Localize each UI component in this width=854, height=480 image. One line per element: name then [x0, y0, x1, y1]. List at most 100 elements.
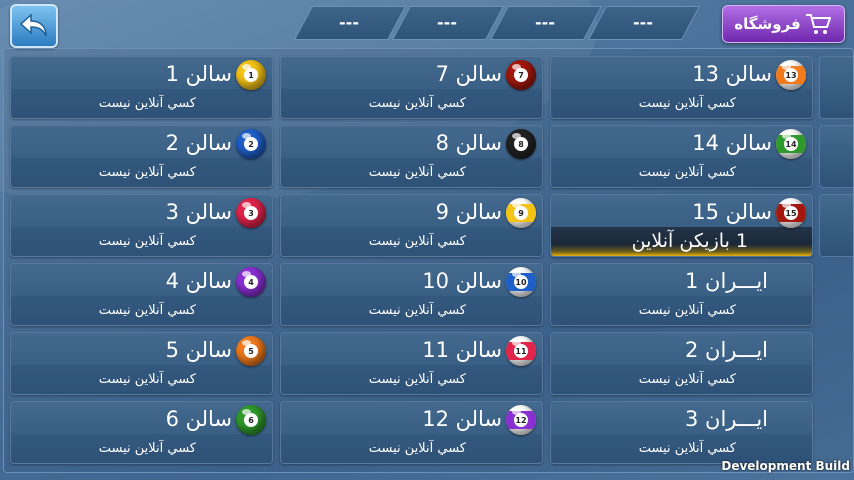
- development-build-label: Development Build: [721, 459, 850, 473]
- room-card-header: [551, 57, 812, 89]
- shopping-cart-icon: [805, 14, 831, 34]
- ball-shine: [242, 409, 251, 415]
- room-status: 1 بازيکن آنلاين: [631, 230, 748, 252]
- ball-number: 7: [514, 68, 528, 82]
- ball-shine: [512, 133, 521, 139]
- ball-number: 12: [514, 413, 528, 427]
- back-button[interactable]: [10, 4, 58, 48]
- room-card-partial[interactable]: [819, 194, 853, 257]
- room-status: كسي آنلاين نيست: [638, 441, 736, 456]
- room-status: كسي آنلاين نيست: [98, 165, 196, 180]
- room-card[interactable]: سالن 13 كسي آنلاين نيست 13: [550, 56, 813, 119]
- pool-ball-icon: 13: [776, 60, 806, 90]
- room-name: ايـــران 2: [684, 338, 768, 362]
- room-status: كسي آنلاين نيست: [98, 234, 196, 249]
- room-card[interactable]: سالن 4 كسي آنلاين نيست 4: [10, 263, 273, 326]
- room-status: كسي آنلاين نيست: [368, 441, 466, 456]
- room-grid: سالن 1 كسي آنلاين نيست 1 سالن 2 كسي آنلاين ن…: [3, 48, 854, 473]
- room-card[interactable]: ايـــران 2 كسي آنلاين نيست: [550, 332, 813, 395]
- ball-shine: [242, 133, 251, 139]
- room-card-header: [551, 195, 812, 227]
- room-card[interactable]: سالن 15 1 بازيکن آنلاين 15: [550, 194, 813, 257]
- pool-ball-icon: 10: [506, 267, 536, 297]
- back-arrow-icon: [19, 13, 47, 37]
- room-name: ايـــران 1: [684, 269, 768, 293]
- room-card-header: [11, 264, 272, 296]
- score-slot-3: ---: [535, 12, 555, 32]
- pool-ball-icon: 8: [506, 129, 536, 159]
- room-card[interactable]: سالن 11 كسي آنلاين نيست 11: [280, 332, 543, 395]
- room-status: كسي آنلاين نيست: [98, 96, 196, 111]
- room-card[interactable]: سالن 8 كسي آنلاين نيست 8: [280, 125, 543, 188]
- ball-number: 5: [244, 344, 258, 358]
- room-name: سالن 9: [435, 200, 502, 224]
- ball-shine: [242, 64, 251, 70]
- room-card-header: [281, 195, 542, 227]
- room-card[interactable]: ايـــران 3 كسي آنلاين نيست: [550, 401, 813, 464]
- room-card[interactable]: سالن 2 كسي آنلاين نيست 2: [10, 125, 273, 188]
- room-name: سالن 13: [692, 62, 772, 86]
- room-card-header: [11, 195, 272, 227]
- room-name: سالن 6: [165, 407, 232, 431]
- room-name: سالن 8: [435, 131, 502, 155]
- ball-number: 1: [244, 68, 258, 82]
- room-name: سالن 2: [165, 131, 232, 155]
- room-name: سالن 11: [422, 338, 502, 362]
- ball-shine: [512, 271, 521, 277]
- pool-ball-icon: 3: [236, 198, 266, 228]
- room-status: كسي آنلاين نيست: [98, 372, 196, 387]
- room-name: سالن 3: [165, 200, 232, 224]
- room-card-header: [11, 402, 272, 434]
- room-card[interactable]: سالن 5 كسي آنلاين نيست 5: [10, 332, 273, 395]
- pool-ball-icon: 14: [776, 129, 806, 159]
- room-card[interactable]: سالن 9 كسي آنلاين نيست 9: [280, 194, 543, 257]
- pool-ball-icon: 2: [236, 129, 266, 159]
- room-name: سالن 5: [165, 338, 232, 362]
- ball-shine: [782, 202, 791, 208]
- ball-number: 15: [784, 206, 798, 220]
- ball-number: 9: [514, 206, 528, 220]
- room-card-header: [551, 264, 812, 296]
- pool-ball-icon: 11: [506, 336, 536, 366]
- score-slot-4: ---: [633, 12, 653, 32]
- room-status: كسي آنلاين نيست: [98, 441, 196, 456]
- top-bar: --- --- --- --- فروشگاه: [0, 0, 854, 48]
- room-card-header: [281, 264, 542, 296]
- room-card[interactable]: سالن 1 كسي آنلاين نيست 1: [10, 56, 273, 119]
- shop-label: فروشگاه: [734, 15, 801, 33]
- room-card[interactable]: سالن 6 كسي آنلاين نيست 6: [10, 401, 273, 464]
- room-status: كسي آنلاين نيست: [368, 96, 466, 111]
- room-card[interactable]: ايـــران 1 كسي آنلاين نيست: [550, 263, 813, 326]
- ball-shine: [242, 340, 251, 346]
- ball-number: 2: [244, 137, 258, 151]
- room-card[interactable]: سالن 14 كسي آنلاين نيست 14: [550, 125, 813, 188]
- ball-number: 13: [784, 68, 798, 82]
- room-status: كسي آنلاين نيست: [98, 303, 196, 318]
- ball-number: 4: [244, 275, 258, 289]
- pool-ball-icon: 7: [506, 60, 536, 90]
- score-slot-1: ---: [339, 12, 359, 32]
- room-name: سالن 15: [692, 200, 772, 224]
- ball-number: 11: [514, 344, 528, 358]
- room-status: كسي آنلاين نيست: [368, 303, 466, 318]
- ball-shine: [782, 64, 791, 70]
- pool-ball-icon: 9: [506, 198, 536, 228]
- room-name: سالن 12: [422, 407, 502, 431]
- room-card-header: [551, 402, 812, 434]
- room-card[interactable]: سالن 3 كسي آنلاين نيست 3: [10, 194, 273, 257]
- ball-shine: [512, 64, 521, 70]
- room-card-partial[interactable]: [819, 56, 853, 119]
- ball-shine: [512, 340, 521, 346]
- room-card[interactable]: سالن 12 كسي آنلاين نيست 12: [280, 401, 543, 464]
- room-card[interactable]: سالن 10 كسي آنلاين نيست 10: [280, 263, 543, 326]
- ball-number: 14: [784, 137, 798, 151]
- pool-ball-icon: 6: [236, 405, 266, 435]
- pool-ball-icon: 4: [236, 267, 266, 297]
- room-name: سالن 14: [692, 131, 772, 155]
- room-card-partial[interactable]: [819, 125, 853, 188]
- room-card[interactable]: سالن 7 كسي آنلاين نيست 7: [280, 56, 543, 119]
- shop-button[interactable]: فروشگاه: [722, 5, 845, 43]
- room-card-header: [281, 57, 542, 89]
- room-card-header: [551, 126, 812, 158]
- ball-shine: [782, 133, 791, 139]
